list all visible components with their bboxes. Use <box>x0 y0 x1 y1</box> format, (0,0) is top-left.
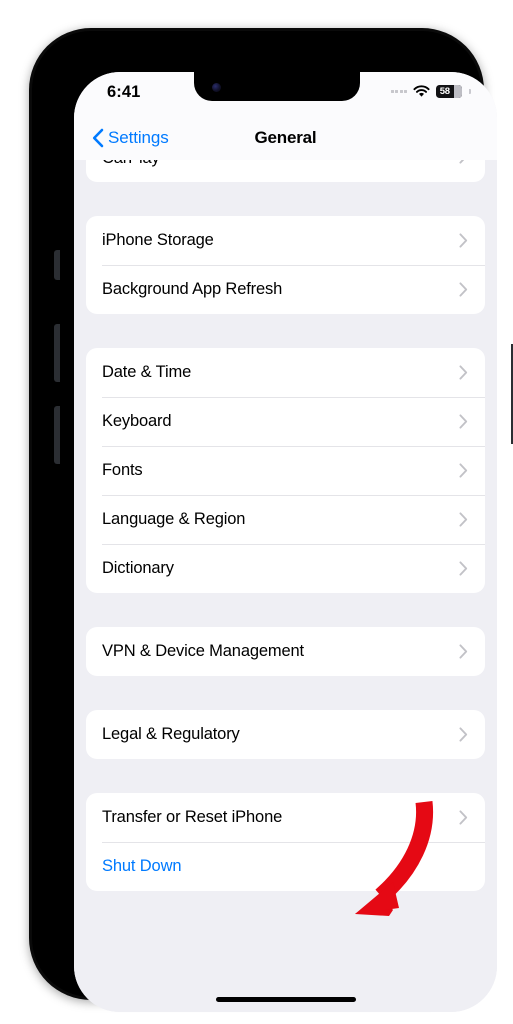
settings-row-date-time[interactable]: Date & Time <box>86 348 485 397</box>
settings-group: Legal & Regulatory <box>86 710 485 759</box>
front-camera-icon <box>212 83 221 92</box>
settings-row-language-region[interactable]: Language & Region <box>86 495 485 544</box>
chevron-right-icon <box>459 160 468 164</box>
settings-row-label: Language & Region <box>102 510 246 528</box>
group-separator <box>74 314 497 348</box>
chevron-right-icon <box>459 414 468 429</box>
chevron-right-icon <box>459 644 468 659</box>
chevron-right-icon <box>459 282 468 297</box>
settings-row-label: Transfer or Reset iPhone <box>102 808 283 826</box>
group-separator <box>74 593 497 627</box>
navigation-bar: General Settings <box>74 116 497 160</box>
settings-row-iphone-storage[interactable]: iPhone Storage <box>86 216 485 265</box>
settings-row-dictionary[interactable]: Dictionary <box>86 544 485 593</box>
chevron-right-icon <box>459 233 468 248</box>
chevron-right-icon <box>459 644 468 659</box>
settings-row-label: Background App Refresh <box>102 280 283 298</box>
chevron-right-icon <box>459 727 468 742</box>
chevron-right-icon <box>459 561 468 576</box>
chevron-right-icon <box>459 727 468 742</box>
status-bar-indicators: 58 <box>390 85 471 98</box>
display-notch <box>194 72 360 101</box>
battery-cap-icon <box>469 89 471 94</box>
settings-row-label: Keyboard <box>102 412 172 430</box>
wifi-icon <box>413 85 430 97</box>
chevron-right-icon <box>459 365 468 380</box>
battery-empty-portion <box>454 85 463 98</box>
phone-device-frame: 6:41 58 General Settings iPhone Storage … <box>29 28 513 1012</box>
settings-row-label: Fonts <box>102 461 143 479</box>
chevron-right-icon <box>459 810 468 825</box>
settings-row-label: Legal & Regulatory <box>102 725 240 743</box>
back-button-label: Settings <box>108 128 169 147</box>
chevron-right-icon <box>459 810 468 825</box>
settings-row-label: Date & Time <box>102 363 192 381</box>
chevron-right-icon <box>459 561 468 576</box>
chevron-right-icon <box>459 160 465 164</box>
settings-row-transfer-or-reset-iphone[interactable]: Transfer or Reset iPhone <box>86 793 485 842</box>
settings-row-fonts[interactable]: Fonts <box>86 446 485 495</box>
settings-row-background-app-refresh[interactable]: Background App Refresh <box>86 265 485 314</box>
chevron-right-icon <box>459 233 468 248</box>
battery-level-text: 58 <box>439 86 450 97</box>
chevron-right-icon <box>459 512 468 527</box>
phone-screen: 6:41 58 General Settings iPhone Storage … <box>74 72 497 1012</box>
group-separator <box>74 676 497 710</box>
settings-group: Date & Time Keyboard Fonts Language & Regio… <box>86 348 485 593</box>
chevron-right-icon <box>459 365 468 380</box>
chevron-right-icon <box>459 414 468 429</box>
settings-row-label: VPN & Device Management <box>102 642 304 660</box>
chevron-left-icon <box>92 128 104 148</box>
chevron-right-icon <box>459 463 468 478</box>
battery-icon: 58 <box>436 85 463 98</box>
chevron-right-icon <box>459 512 468 527</box>
chevron-right-icon <box>459 463 468 478</box>
volume-down-button[interactable] <box>54 406 60 464</box>
settings-row-carplay[interactable]: CarPlay <box>86 160 485 182</box>
settings-row-label: iPhone Storage <box>102 231 214 249</box>
group-separator <box>74 182 497 216</box>
back-button[interactable]: Settings <box>92 116 169 160</box>
settings-row-shut-down[interactable]: Shut Down <box>86 842 485 891</box>
chevron-right-icon <box>459 282 468 297</box>
cellular-dots-icon <box>390 90 408 93</box>
settings-group: iPhone Storage Background App Refresh <box>86 216 485 314</box>
settings-scroll-area[interactable]: CarPlay iPhone Storage Background App Refr… <box>74 160 497 1012</box>
settings-row-label: Dictionary <box>102 559 174 577</box>
status-bar-time: 6:41 <box>107 83 141 101</box>
group-separator <box>74 759 497 793</box>
settings-row-keyboard[interactable]: Keyboard <box>86 397 485 446</box>
home-indicator[interactable] <box>215 997 356 1002</box>
settings-group: Transfer or Reset iPhone Shut Down <box>86 793 485 891</box>
mute-switch-button[interactable] <box>54 250 60 280</box>
settings-row-legal-regulatory[interactable]: Legal & Regulatory <box>86 710 485 759</box>
settings-row-label: Shut Down <box>102 857 182 875</box>
settings-group: VPN & Device Management <box>86 627 485 676</box>
settings-row-vpn-device-management[interactable]: VPN & Device Management <box>86 627 485 676</box>
settings-row-label: CarPlay <box>102 160 459 168</box>
settings-group: CarPlay <box>86 160 485 182</box>
volume-up-button[interactable] <box>54 324 60 382</box>
